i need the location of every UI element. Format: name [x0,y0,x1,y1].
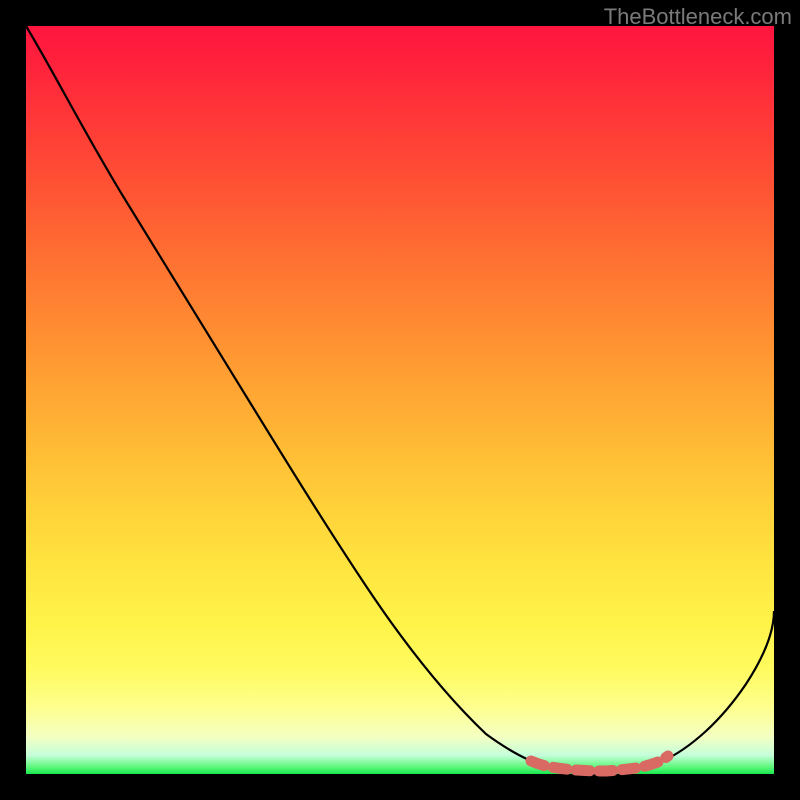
bottleneck-curve-line [26,26,774,773]
optimal-range-marker [531,756,668,771]
chart-svg [26,26,774,774]
watermark-text: TheBottleneck.com [604,4,792,30]
plot-area [26,26,774,774]
